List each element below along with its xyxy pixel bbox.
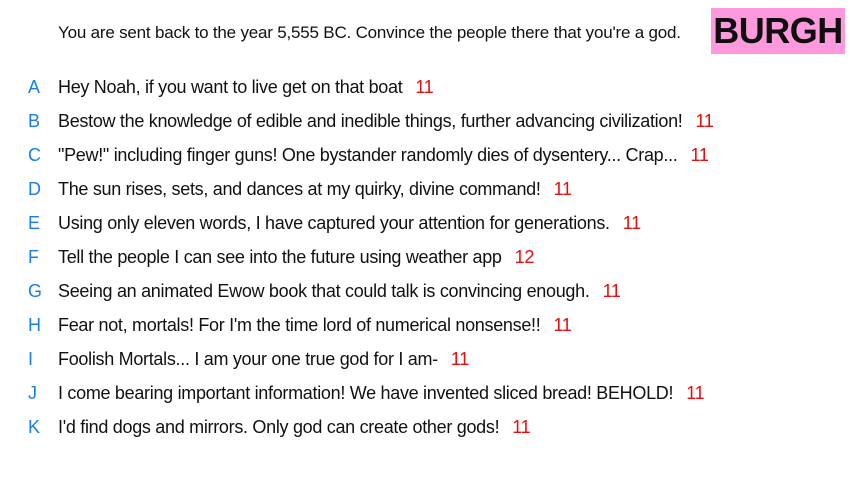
answer-letter: K xyxy=(28,416,41,437)
answer-text: Foolish Mortals... I am your one true go… xyxy=(58,349,469,370)
answer-score: 11 xyxy=(602,280,621,301)
answer-text-content: I'd find dogs and mirrors. Only god can … xyxy=(58,416,500,437)
answer-text-content: "Pew!" including finger guns! One bystan… xyxy=(58,144,678,165)
answer-text: Bestow the knowledge of edible and inedi… xyxy=(58,111,714,132)
answer-text-content: Seeing an animated Ewow book that could … xyxy=(58,280,590,301)
answer-list: A Hey Noah, if you want to live get on t… xyxy=(0,70,853,444)
answer-row-d: D The sun rises, sets, and dances at my … xyxy=(0,172,853,206)
answer-row-e: E Using only eleven words, I have captur… xyxy=(0,206,853,240)
answer-row-i: I Foolish Mortals... I am your one true … xyxy=(0,342,853,376)
answer-row-f: F Tell the people I can see into the fut… xyxy=(0,240,853,274)
answer-letter: G xyxy=(28,280,43,301)
answer-text-content: Tell the people I can see into the futur… xyxy=(58,246,502,267)
answer-text-content: Bestow the knowledge of edible and inedi… xyxy=(58,110,683,131)
answer-row-a: A Hey Noah, if you want to live get on t… xyxy=(0,70,853,104)
answer-text: I'd find dogs and mirrors. Only god can … xyxy=(58,416,531,438)
answer-score: 11 xyxy=(695,110,714,131)
answer-score: 11 xyxy=(622,212,641,233)
answer-text: Tell the people I can see into the futur… xyxy=(58,247,534,268)
answer-row-g: G Seeing an animated Ewow book that coul… xyxy=(0,274,853,308)
answer-text-content: The sun rises, sets, and dances at my qu… xyxy=(58,178,541,199)
answer-row-b: B Bestow the knowledge of edible and ine… xyxy=(0,104,853,138)
answer-letter: A xyxy=(28,76,41,97)
answer-letter: E xyxy=(28,212,41,233)
answer-text: "Pew!" including finger guns! One bystan… xyxy=(58,145,709,166)
prompt-text: You are sent back to the year 5,555 BC. … xyxy=(58,23,681,42)
answer-row-k: K I'd find dogs and mirrors. Only god ca… xyxy=(0,410,853,444)
answer-text-content: Using only eleven words, I have captured… xyxy=(58,212,610,233)
answer-text-content: Fear not, mortals! For I'm the time lord… xyxy=(58,314,541,335)
answer-letter: J xyxy=(28,382,37,403)
answer-letter: B xyxy=(28,110,41,131)
answer-score: 11 xyxy=(415,76,434,97)
answer-text: Hey Noah, if you want to live get on tha… xyxy=(58,77,434,98)
player-name-badge: BURGH xyxy=(711,8,845,54)
answer-text-content: I come bearing important information! We… xyxy=(58,382,674,403)
answer-text: Fear not, mortals! For I'm the time lord… xyxy=(58,315,572,336)
answer-score: 12 xyxy=(514,246,535,267)
answer-letter: D xyxy=(28,178,41,199)
answer-letter: H xyxy=(28,314,41,335)
answer-row-j: J I come bearing important information! … xyxy=(0,376,853,410)
answer-text: I come bearing important information! We… xyxy=(58,382,705,404)
answer-letter: F xyxy=(28,246,39,267)
answer-score: 11 xyxy=(553,178,572,199)
answer-letter: I xyxy=(28,348,34,369)
answer-text: Using only eleven words, I have captured… xyxy=(58,213,641,234)
answer-letter: C xyxy=(28,144,41,165)
answer-score: 11 xyxy=(690,144,709,165)
answer-text: The sun rises, sets, and dances at my qu… xyxy=(58,179,572,200)
answer-score: 11 xyxy=(450,348,469,369)
answer-text: Seeing an animated Ewow book that could … xyxy=(58,281,621,302)
answer-score: 11 xyxy=(553,314,572,335)
answer-text-content: Hey Noah, if you want to live get on tha… xyxy=(58,76,403,97)
answer-row-c: C "Pew!" including finger guns! One byst… xyxy=(0,138,853,172)
answer-text-content: Foolish Mortals... I am your one true go… xyxy=(58,348,438,369)
answer-score: 11 xyxy=(512,416,531,437)
answer-score: 11 xyxy=(686,382,705,403)
answer-row-h: H Fear not, mortals! For I'm the time lo… xyxy=(0,308,853,342)
